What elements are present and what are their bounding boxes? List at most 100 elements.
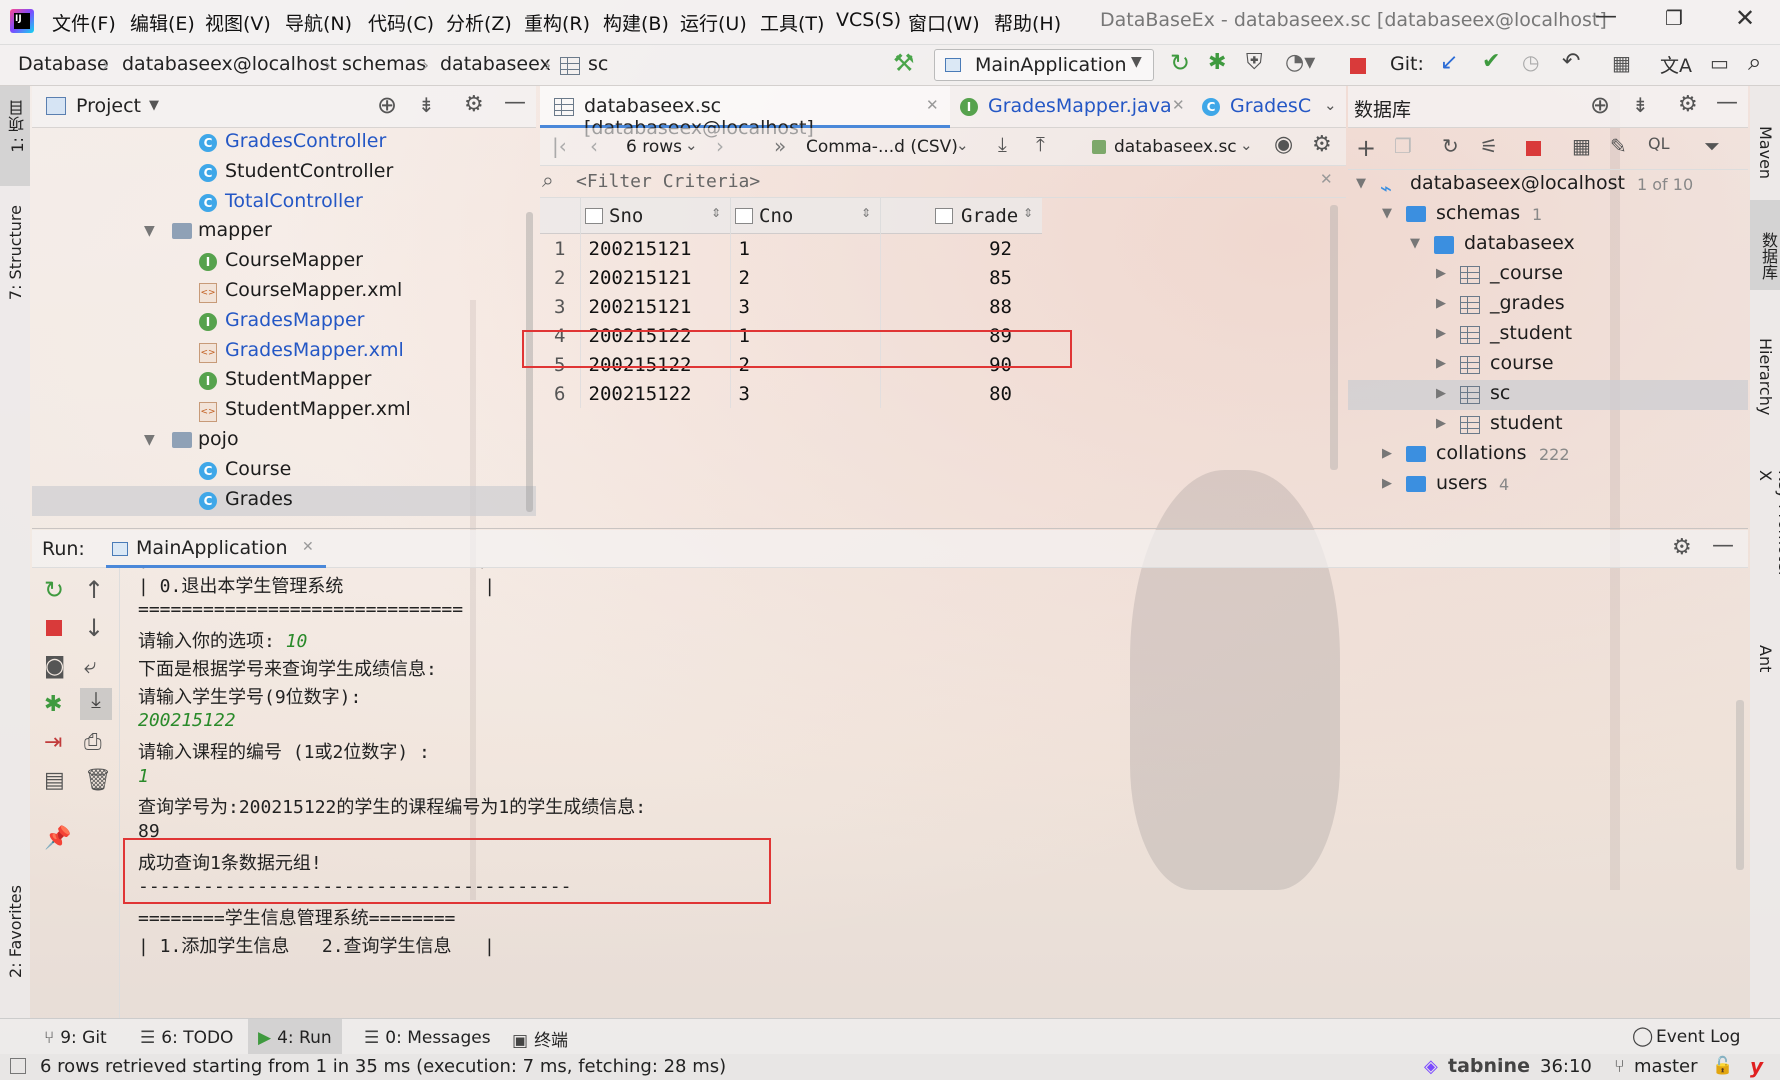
lock-icon[interactable]: 🔓 [1712,1056,1733,1076]
structure-tool-tab[interactable]: 7: Structure [0,205,30,325]
schema-sync-icon[interactable]: ⚟ [1480,134,1498,158]
tree-item[interactable]: C Grades [32,485,536,516]
menu-item[interactable]: 视图(V) [205,9,271,36]
expand-arrow-icon[interactable]: ▶ [1436,386,1446,401]
expand-arrow-icon[interactable]: ▶ [1436,356,1446,371]
expand-arrow-icon[interactable]: ▼ [144,223,155,239]
tab-gradesc[interactable]: C GradesC [1202,86,1312,128]
gear-icon[interactable]: ⚙ [1678,92,1698,117]
query-console-icon[interactable]: QL [1648,134,1670,153]
expand-arrow-icon[interactable]: ▶ [1436,416,1446,431]
menu-item[interactable]: 分析(Z) [446,9,512,36]
database-tool-tab[interactable]: 数据库 [1750,200,1780,290]
table-cell[interactable]: 200215122 [580,379,731,408]
filter-funnel-icon[interactable]: ⏷ [1704,134,1720,158]
breadcrumb-schema[interactable]: databaseex [440,53,551,75]
add-icon[interactable]: + [1356,134,1376,162]
menu-item[interactable]: 导航(N) [285,9,352,36]
keypromoter-tool-tab[interactable]: Key Promoter X [1750,440,1780,590]
menu-item[interactable]: 帮助(H) [994,9,1061,36]
session-selector[interactable]: databaseex.sc [1114,137,1237,157]
collapse-all-icon[interactable]: ⇟ [418,93,435,117]
column-header-grade[interactable]: Grade ⇕ [880,198,1042,234]
download-icon[interactable]: ⤓ [998,132,1007,156]
table-row[interactable]: 1 200215121 1 92 [540,234,1042,263]
tree-item[interactable]: I CourseMapper [32,247,536,277]
menu-item[interactable]: 编辑(E) [130,9,195,36]
table-row[interactable]: 2 200215121 2 85 [540,263,1042,292]
tree-item[interactable]: ▼ mapper [32,217,536,247]
expand-arrow-icon[interactable]: ▶ [1382,446,1392,461]
db-tree-item[interactable]: ▼ ⌁ databaseex@localhost 1 of 10 [1348,170,1748,200]
hierarchy-tool-tab[interactable]: Hierarchy [1750,310,1780,420]
close-button[interactable]: ✕ [1735,4,1755,32]
table-cell[interactable]: 80 [880,379,1042,408]
menu-item[interactable]: 运行(U) [680,9,747,36]
todo-tab[interactable]: ☰ 6: TODO [130,1019,243,1054]
tree-item[interactable]: C TotalController [32,188,536,218]
rows-count-selector[interactable]: 6 rows [626,137,682,157]
table-cell[interactable]: 2 [730,263,881,292]
tabnine-label[interactable]: tabnine [1448,1055,1530,1077]
eye-icon[interactable]: ◉ [1274,132,1293,157]
stop-icon[interactable] [1350,58,1366,74]
project-tool-tab[interactable]: 1: 项目 [0,86,30,186]
tree-item[interactable]: <> CourseMapper.xml [32,277,536,307]
run-tab-mainapplication[interactable]: MainApplication ✕ [106,530,326,568]
collapse-arrow-icon[interactable]: ▼ [1410,236,1420,251]
git-update-icon[interactable]: ↙ [1440,50,1458,75]
table-row[interactable]: 3 200215121 3 88 [540,292,1042,321]
tree-item[interactable]: <> StudentMapper.xml [32,396,536,426]
first-page-icon[interactable]: |‹ [552,134,567,158]
collapse-all-icon[interactable]: ⇟ [1632,93,1649,117]
gear-icon[interactable]: ⚙ [1672,535,1692,560]
hide-minus-icon[interactable]: — [1716,90,1738,115]
menu-item[interactable]: 构建(B) [603,9,669,36]
filter-criteria-input[interactable]: <Filter Criteria> [576,171,760,192]
stop-icon[interactable] [1526,141,1541,156]
project-view-label[interactable]: Project [76,95,141,117]
close-tab-icon[interactable]: ✕ [302,539,314,555]
y-logo-icon[interactable]: y [1750,1054,1763,1078]
caret-position[interactable]: 36:10 [1540,1056,1592,1077]
edit-pencil-icon[interactable]: ✎ [1610,134,1627,158]
breadcrumb-datasource[interactable]: databaseex@localhost [122,53,337,75]
expand-arrow-icon[interactable]: ▶ [1436,326,1446,341]
expand-arrow-icon[interactable]: ▶ [1436,266,1446,281]
breadcrumb-database[interactable]: Database [18,53,109,75]
prev-page-icon[interactable]: ‹ [590,134,598,158]
run-config-selector[interactable]: MainApplication ▼ [934,49,1154,81]
table-cell[interactable]: 3 [730,379,881,408]
tree-item[interactable]: C Course [32,456,536,486]
console-output[interactable]: | 15.按学号显示学生信息和选课信息 || 0.退出本学生管理系统 |====… [0,568,1740,1018]
tree-item[interactable]: C StudentController [32,158,536,188]
tree-item[interactable]: I StudentMapper [32,366,536,396]
table-cell[interactable]: 85 [880,263,1042,292]
next-page-icon[interactable]: › [716,134,724,158]
run-tab[interactable]: ▶ 4: Run [248,1019,342,1054]
git-rollback-icon[interactable]: ↶ [1562,49,1580,74]
db-tree-item[interactable]: ▶ _course [1348,260,1748,290]
event-log-button[interactable]: Event Log [1656,1027,1740,1047]
collapse-arrow-icon[interactable]: ▼ [1382,206,1392,221]
menu-item[interactable]: VCS(S) [836,9,901,31]
locate-target-icon[interactable]: ⊕ [1590,91,1610,119]
tab-sc-table[interactable]: databaseex.sc [databaseex@localhost] ✕ [540,86,950,139]
tree-item[interactable]: C GradesController [32,128,536,158]
tree-item[interactable]: <> GradesMapper.xml [32,337,536,367]
presentation-icon[interactable]: ▭ [1710,51,1729,75]
table-cell[interactable]: 200215121 [580,263,731,292]
chevron-down-icon[interactable]: ⌄ [1324,96,1337,114]
more-icon[interactable]: » [774,134,786,158]
tree-item[interactable]: I GradesMapper [32,307,536,337]
db-tree-item[interactable]: ▶ collations 222 [1348,440,1748,470]
restore-button[interactable]: ❐ [1665,6,1683,30]
menu-item[interactable]: 重构(R) [524,9,590,36]
table-cell[interactable]: 3 [730,292,881,321]
table-cell[interactable]: 200215121 [580,292,731,321]
search-icon[interactable]: ⌕ [1748,48,1761,76]
db-tree-item[interactable]: ▶ course [1348,350,1748,380]
tree-item[interactable]: ▼ pojo [32,426,536,456]
hide-minus-icon[interactable]: — [504,90,526,115]
refresh-icon[interactable]: ↻ [1442,134,1459,158]
